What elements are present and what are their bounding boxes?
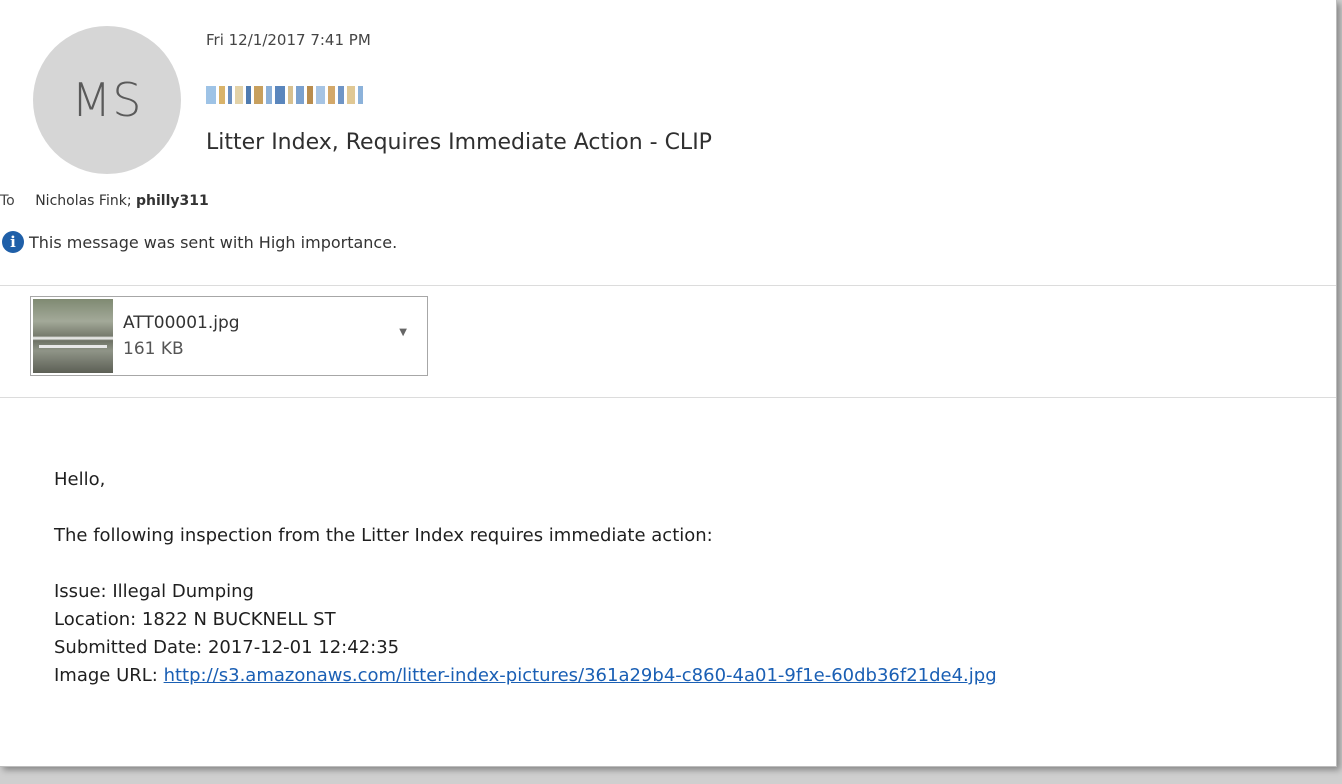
importance-banner: i This message was sent with High import…: [2, 231, 397, 253]
to-label: To: [0, 193, 15, 209]
body-issue: Issue: Illegal Dumping: [54, 581, 254, 602]
recipients-row: To Nicholas Fink; philly311: [0, 193, 209, 209]
body-submitted-date: Submitted Date: 2017-12-01 12:42:35: [54, 637, 400, 658]
body-intro: The following inspection from the Litter…: [54, 525, 713, 546]
email-subject: Litter Index, Requires Immediate Action …: [206, 130, 712, 155]
sender-avatar[interactable]: MS: [33, 26, 181, 174]
sender-name-redacted[interactable]: [206, 82, 363, 108]
message-body: Hello, The following inspection from the…: [54, 466, 997, 690]
chevron-down-icon[interactable]: ▼: [399, 327, 407, 338]
importance-text: This message was sent with High importan…: [29, 232, 398, 252]
body-greeting: Hello,: [54, 469, 106, 490]
body-location: Location: 1822 N BUCKNELL ST: [54, 609, 336, 630]
attachment-divider: [0, 397, 1336, 398]
attachment-name: ATT00001.jpg: [123, 313, 240, 333]
body-image-url-line: Image URL: http://s3.amazonaws.com/litte…: [54, 662, 997, 690]
image-url-link[interactable]: http://s3.amazonaws.com/litter-index-pic…: [164, 665, 997, 686]
image-url-label: Image URL:: [54, 665, 164, 686]
email-reading-pane: MS Fri 12/1/2017 7:41 PM Litter Index, R…: [0, 0, 1337, 767]
attachment-thumbnail: [33, 299, 113, 373]
info-icon: i: [2, 231, 24, 253]
attachment-card[interactable]: ATT00001.jpg 161 KB ▼: [30, 296, 428, 376]
avatar-initials: MS: [71, 73, 143, 127]
attachment-size: 161 KB: [123, 339, 184, 359]
recipient-philly311[interactable]: philly311: [136, 193, 209, 209]
recipient-nicholas-fink[interactable]: Nicholas Fink;: [35, 193, 131, 209]
header-divider: [0, 285, 1336, 286]
sent-date: Fri 12/1/2017 7:41 PM: [206, 31, 371, 49]
